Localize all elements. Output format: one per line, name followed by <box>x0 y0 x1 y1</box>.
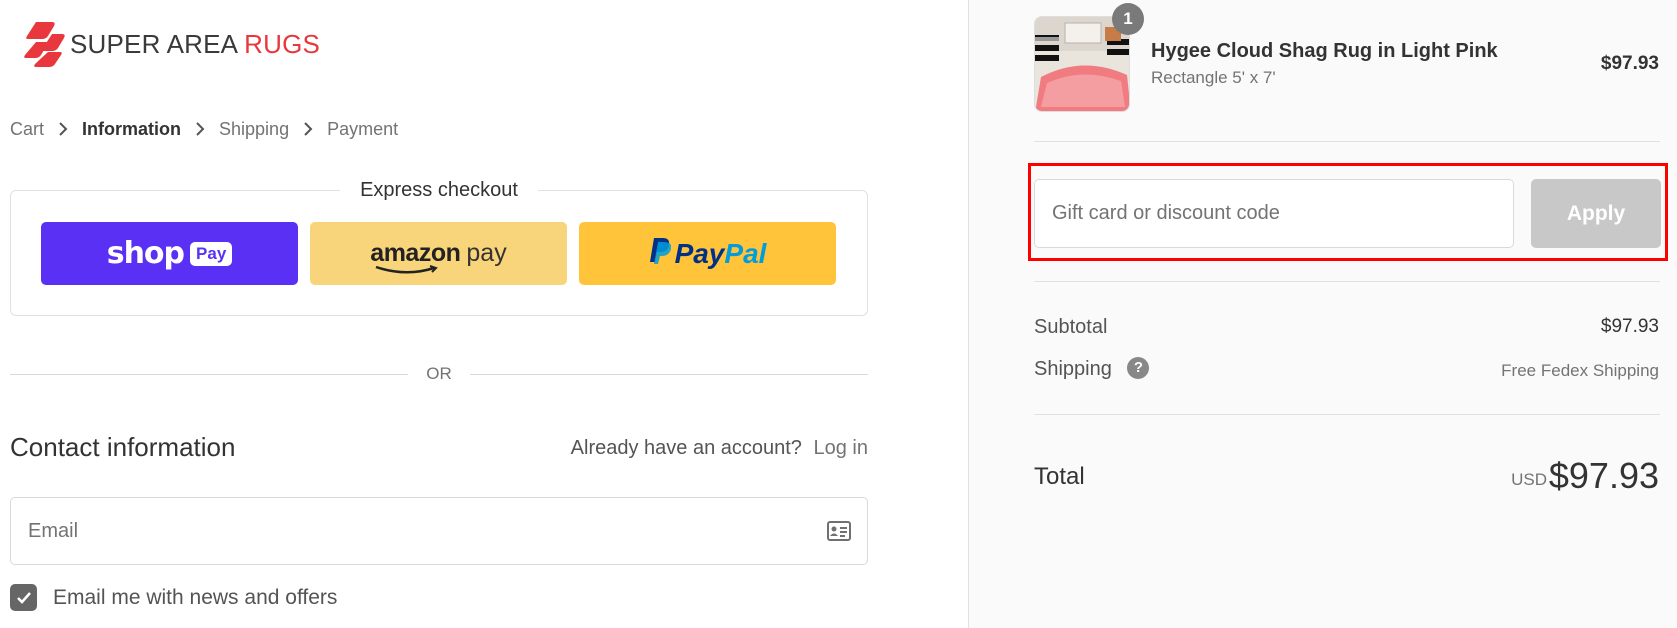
amazon-pay-button[interactable]: amazon pay <box>310 222 567 285</box>
product-variant: Rectangle 5' x 7' <box>1151 68 1276 87</box>
or-divider: OR <box>10 362 868 386</box>
express-checkout-title-text: Express checkout <box>340 179 538 201</box>
or-divider-line-left <box>10 373 409 375</box>
store-logo[interactable]: SUPER AREA RUGS <box>22 20 320 68</box>
chevron-right-icon <box>44 118 82 140</box>
amazon-pay-word: amazon <box>370 239 461 274</box>
apply-discount-button[interactable]: Apply <box>1531 179 1661 248</box>
or-divider-line-right <box>469 373 868 375</box>
newsletter-checkbox[interactable] <box>10 584 37 611</box>
product-price: $97.93 <box>1600 53 1659 74</box>
chevron-right-icon <box>289 118 327 140</box>
product-name: Hygee Cloud Shag Rug in Light Pink <box>1151 40 1498 62</box>
order-summary: 1 Hygee Cloud Shag Rug in Light Pink Rec… <box>968 0 1677 628</box>
question-icon[interactable]: ? <box>1127 356 1150 379</box>
total-label: Total <box>1034 463 1085 490</box>
subtotal-value: $97.93 <box>1600 316 1659 337</box>
chevron-right-icon <box>181 118 219 140</box>
shipping-value: Free Fedex Shipping <box>1501 361 1659 380</box>
shipping-label: Shipping <box>1034 358 1112 380</box>
breadcrumb-payment: Payment <box>327 118 399 139</box>
summary-divider <box>1034 281 1660 282</box>
newsletter-option[interactable]: Email me with news and offers <box>10 584 337 611</box>
contact-card-icon <box>827 521 851 546</box>
email-field[interactable] <box>10 497 868 565</box>
contact-information-heading: Contact information <box>10 432 236 462</box>
summary-divider <box>1034 141 1660 142</box>
paypal-word-part1: Pay <box>674 237 725 269</box>
checkout-main: SUPER AREA RUGS Cart Information Shippin… <box>0 0 968 628</box>
amazon-smile-icon <box>375 265 439 274</box>
shop-pay-word: shop <box>106 236 185 271</box>
discount-code-input[interactable] <box>1035 180 1513 247</box>
express-checkout-title: Express checkout <box>11 179 867 202</box>
logo-text-main: SUPER AREA <box>70 28 237 59</box>
quantity-badge: 1 <box>1112 3 1144 35</box>
breadcrumb-cart[interactable]: Cart <box>10 119 44 140</box>
account-prompt-text: Already have an account? <box>570 437 802 459</box>
logo-mark-icon <box>22 20 68 68</box>
or-divider-text: OR <box>426 364 452 383</box>
breadcrumb-information: Information <box>82 118 182 139</box>
amazon-word-text: amazon <box>370 239 461 267</box>
paypal-word-part2: Pal <box>724 237 767 269</box>
discount-field[interactable] <box>1034 179 1514 248</box>
email-input[interactable] <box>11 498 867 564</box>
total-value: $97.93 <box>1548 455 1659 496</box>
shipping-label-row: Shipping ? <box>1034 356 1150 381</box>
newsletter-label: Email me with news and offers <box>53 585 338 609</box>
shop-pay-pill: Pay <box>190 241 233 266</box>
amazon-pay-suffix: pay <box>466 239 507 267</box>
product-image <box>1034 16 1130 112</box>
paypal-button[interactable]: PayPal <box>579 222 836 285</box>
summary-divider <box>1034 414 1660 415</box>
login-link[interactable]: Log in <box>814 437 869 459</box>
logo-text-accent: RUGS <box>244 28 321 59</box>
paypal-wordmark: PayPal <box>675 238 767 270</box>
breadcrumb-shipping: Shipping <box>219 118 290 139</box>
checkmark-icon <box>16 592 31 604</box>
subtotal-label: Subtotal <box>1034 316 1108 338</box>
account-prompt: Already have an account? Log in <box>571 437 868 460</box>
total-currency: USD <box>1511 470 1547 489</box>
express-checkout: Express checkout shop Pay amazon pay Pay… <box>10 179 868 316</box>
shop-pay-button[interactable]: shop Pay <box>41 222 298 285</box>
paypal-p-icon <box>649 236 671 271</box>
logo-text: SUPER AREA RUGS <box>70 29 320 60</box>
checkout-page: SUPER AREA RUGS Cart Information Shippin… <box>0 0 1677 628</box>
breadcrumb: Cart Information Shipping Payment <box>10 118 398 140</box>
